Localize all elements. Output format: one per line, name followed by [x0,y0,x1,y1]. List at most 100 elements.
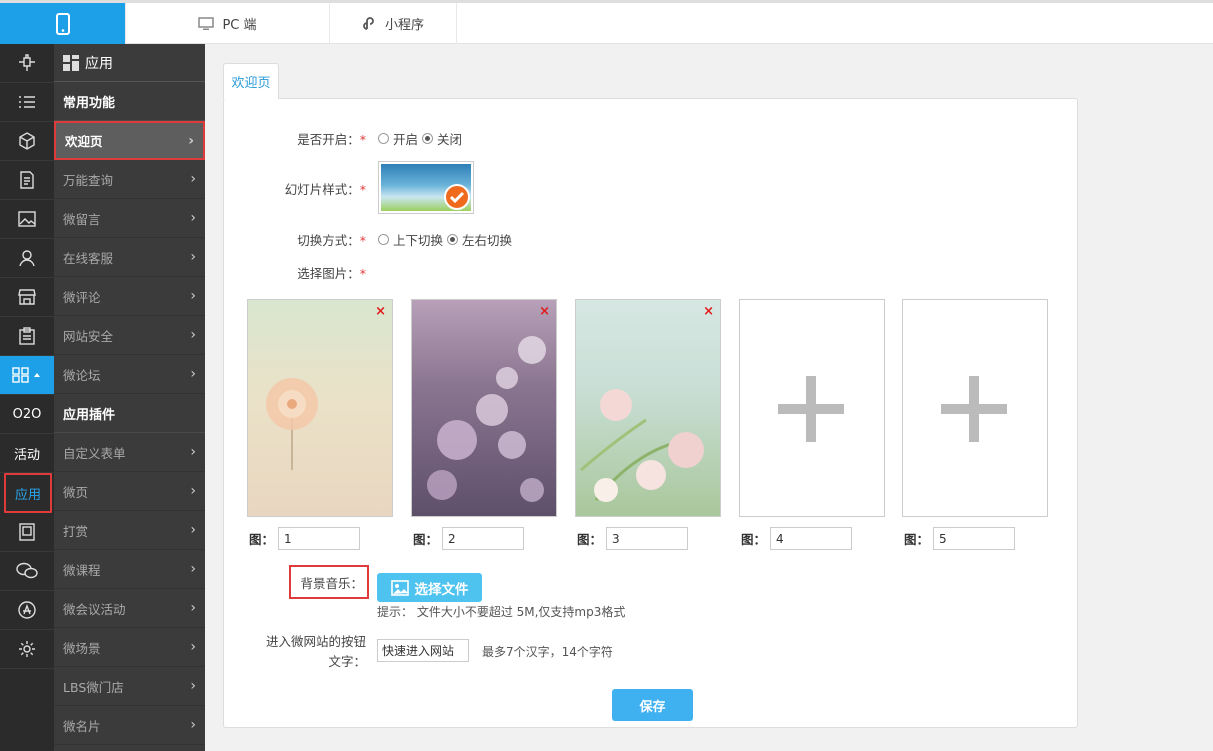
enter-button-text-hint: 最多7个汉字，14个字符 [482,645,613,659]
menu-header-label: 应用 [85,55,113,72]
cube-icon[interactable] [0,122,54,161]
menu-item-custom-form[interactable]: 自定义表单 › [54,433,205,472]
required-mark: * [359,182,366,197]
background-music-label: 背景音乐： [289,565,369,599]
mini-program-icon [363,17,374,30]
flower-photo [266,378,318,470]
section-common: 常用功能 [54,82,205,121]
menu-item-query[interactable]: 万能查询 › [54,160,205,199]
menu-header: 应用 [54,44,205,82]
chevron-right-icon: › [190,600,196,616]
grid-icon [63,54,79,71]
image-icon[interactable] [0,200,54,239]
enter-button-text-input[interactable] [377,639,469,662]
switch-mode-label: 切换方式： [297,233,360,248]
file-size-tip: 提示： 文件大小不要超过 5M,仅支持mp3格式 [377,605,626,619]
choose-file-button[interactable]: 选择文件 [377,573,482,602]
chevron-right-icon: › [190,288,196,304]
radio-off-indicator [378,234,389,245]
slide-style-preview-image [381,164,471,211]
image-1-input[interactable] [278,527,361,550]
user-icon[interactable] [0,239,54,278]
save-button[interactable]: 保存 [612,689,693,721]
activity-nav[interactable]: 活动 [0,434,54,473]
menu-item-meeting[interactable]: 微会议活动 › [54,589,205,628]
image-slot-5[interactable] [902,299,1048,517]
tab-welcome[interactable]: 欢迎页 [223,63,279,99]
icon-sidebar: O2O 活动 应用 [0,44,54,751]
mobile-tab[interactable] [0,3,125,44]
main-content: 欢迎页 是否开启：* 开启 关闭 幻灯片样式：* 切换方式：* 上下切换 左右切… [205,44,1213,751]
enable-row: 是否开启：* 开启 关闭 [254,129,466,148]
frame-icon[interactable] [0,513,54,552]
wechat-icon[interactable] [0,552,54,591]
select-images-label: 选择图片： [297,266,360,281]
menu-item-reward[interactable]: 打赏 › [54,511,205,550]
menu-item-security[interactable]: 网站安全 › [54,316,205,355]
switch-vertical-radio[interactable]: 上下切换 [378,230,443,249]
mini-tab-label: 小程序 [384,18,424,33]
chevron-right-icon: › [190,171,196,187]
image-3-field: 图： [577,527,689,550]
chevron-right-icon: › [190,522,196,538]
list-icon[interactable] [0,83,54,122]
menu-item-micro-page[interactable]: 微页 › [54,472,205,511]
blossom-photo [580,389,704,502]
image-slot-3[interactable]: × [575,299,721,517]
chevron-right-icon: › [188,132,194,149]
menu-item-scene[interactable]: 微场景 › [54,628,205,667]
gear-icon[interactable] [0,630,54,669]
slide-style-thumbnail[interactable] [378,161,474,214]
menu-item-course[interactable]: 微课程 › [54,550,205,589]
monitor-icon [198,16,215,30]
dandelion-photo [427,336,546,502]
menu-item-forum[interactable]: 微论坛 › [54,355,205,394]
plug-icon[interactable] [0,44,54,83]
image-4-field: 图： [741,527,853,550]
menu-item-service[interactable]: 在线客服 › [54,238,205,277]
chevron-right-icon: › [190,327,196,343]
menu-item-card[interactable]: 微名片 › [54,706,205,745]
switch-mode-row: 切换方式：* 上下切换 左右切换 [254,230,516,249]
image-4-input[interactable] [770,527,853,550]
image-file-icon [390,579,409,596]
document-icon[interactable] [0,161,54,200]
welcome-form-panel: 是否开启：* 开启 关闭 幻灯片样式：* 切换方式：* 上下切换 左右切换 选择… [223,98,1078,728]
app-nav[interactable]: 应用 [4,473,52,513]
required-mark: * [359,233,366,248]
image-1-field: 图： [249,527,361,550]
slide-style-label: 幻灯片样式： [284,182,360,197]
chevron-right-icon: › [190,561,196,577]
image-5-field: 图： [904,527,1016,550]
image-5-input[interactable] [933,527,1016,550]
required-mark: * [359,132,366,147]
menu-item-message[interactable]: 微留言 › [54,199,205,238]
select-images-row: 选择图片：* [254,263,366,282]
chevron-right-icon: › [190,210,196,226]
menu-item-lbs-store[interactable]: LBS微门店 › [54,667,205,706]
menu-item-welcome[interactable]: 欢迎页 › [54,121,205,160]
radio-on-indicator [447,234,459,245]
o2o-nav[interactable]: O2O [0,395,54,434]
enter-button-text-label: 进入微网站的按钮文字： [265,634,366,669]
image-slot-4[interactable] [739,299,885,517]
enable-off-radio[interactable]: 关闭 [422,129,462,148]
appstore-icon[interactable] [0,591,54,630]
chevron-right-icon: › [190,366,196,382]
switch-horizontal-radio[interactable]: 左右切换 [447,230,512,249]
enable-on-radio[interactable]: 开启 [378,129,418,148]
mini-program-tab[interactable]: 小程序 [330,3,457,44]
chevron-right-icon: › [190,717,196,733]
image-3-input[interactable] [606,527,689,550]
chevron-right-icon: › [190,249,196,265]
pc-tab[interactable]: PC 端 [125,3,330,44]
phone-icon [55,12,70,35]
menu-item-comment[interactable]: 微评论 › [54,277,205,316]
image-2-input[interactable] [442,527,525,550]
store-icon[interactable] [0,278,54,317]
radio-off-indicator [378,133,389,144]
image-slot-1[interactable]: × [247,299,393,517]
apps-grid-icon[interactable] [0,356,54,395]
clipboard-icon[interactable] [0,317,54,356]
image-slot-2[interactable]: × [411,299,557,517]
